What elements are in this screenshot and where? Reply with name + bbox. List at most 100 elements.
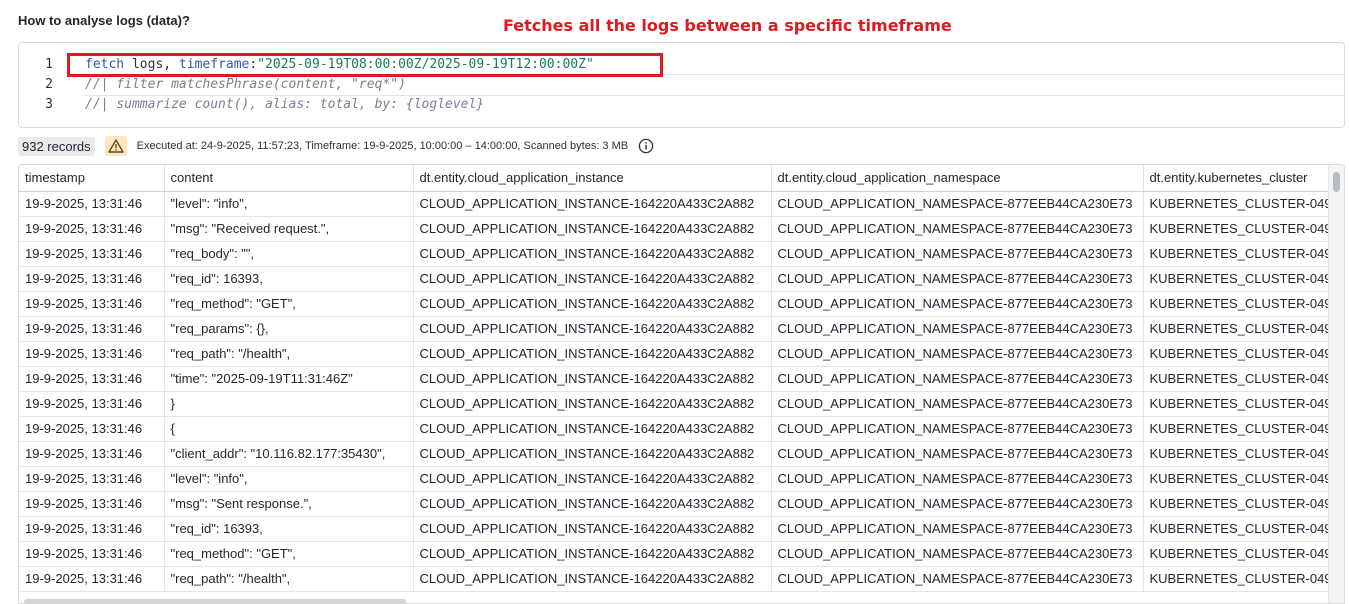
table-row[interactable]: 19-9-2025, 13:31:46 "level": "info", CLOUD… bbox=[19, 191, 1329, 217]
cell-kubernetes-cluster[interactable]: KUBERNETES_CLUSTER-049 bbox=[1143, 491, 1329, 517]
table-row[interactable]: 19-9-2025, 13:31:46 "req_id": 16393, CLOUD… bbox=[19, 516, 1329, 542]
cell-content[interactable]: "req_id": 16393, bbox=[164, 266, 414, 292]
cell-cloud-application-instance[interactable]: CLOUD_APPLICATION_INSTANCE-164220A433C2A… bbox=[413, 541, 772, 567]
cell-cloud-application-namespace[interactable]: CLOUD_APPLICATION_NAMESPACE-877EEB44CA23… bbox=[771, 541, 1144, 567]
column-header-kubernetes-cluster[interactable]: dt.entity.kubernetes_cluster bbox=[1143, 165, 1329, 192]
cell-kubernetes-cluster[interactable]: KUBERNETES_CLUSTER-049 bbox=[1143, 341, 1329, 367]
cell-kubernetes-cluster[interactable]: KUBERNETES_CLUSTER-049 bbox=[1143, 191, 1329, 217]
cell-content[interactable]: "client_addr": "10.116.82.177:35430", bbox=[164, 441, 414, 467]
cell-cloud-application-instance[interactable]: CLOUD_APPLICATION_INSTANCE-164220A433C2A… bbox=[413, 241, 772, 267]
table-row[interactable]: 19-9-2025, 13:31:46 "req_id": 16393, CLOUD… bbox=[19, 266, 1329, 292]
table-row[interactable]: 19-9-2025, 13:31:46{CLOUD_APPLICATION_IN… bbox=[19, 416, 1329, 442]
cell-cloud-application-namespace[interactable]: CLOUD_APPLICATION_NAMESPACE-877EEB44CA23… bbox=[771, 491, 1144, 517]
code-line-3[interactable]: 3 //| summarize count(), alias: total, b… bbox=[19, 95, 1344, 115]
warning-triangle-icon[interactable] bbox=[104, 136, 127, 156]
table-row[interactable]: 19-9-2025, 13:31:46 "req_path": "/health"… bbox=[19, 341, 1329, 367]
cell-cloud-application-namespace[interactable]: CLOUD_APPLICATION_NAMESPACE-877EEB44CA23… bbox=[771, 441, 1144, 467]
cell-cloud-application-instance[interactable]: CLOUD_APPLICATION_INSTANCE-164220A433C2A… bbox=[413, 416, 772, 442]
table-row[interactable]: 19-9-2025, 13:31:46 "time": "2025-09-19T1… bbox=[19, 366, 1329, 392]
results-table[interactable]: timestamp content dt.entity.cloud_applic… bbox=[18, 164, 1345, 604]
cell-cloud-application-namespace[interactable]: CLOUD_APPLICATION_NAMESPACE-877EEB44CA23… bbox=[771, 516, 1144, 542]
cell-timestamp[interactable]: 19-9-2025, 13:31:46 bbox=[19, 516, 165, 542]
cell-cloud-application-namespace[interactable]: CLOUD_APPLICATION_NAMESPACE-877EEB44CA23… bbox=[771, 291, 1144, 317]
cell-timestamp[interactable]: 19-9-2025, 13:31:46 bbox=[19, 216, 165, 242]
cell-timestamp[interactable]: 19-9-2025, 13:31:46 bbox=[19, 291, 165, 317]
cell-timestamp[interactable]: 19-9-2025, 13:31:46 bbox=[19, 366, 165, 392]
cell-content[interactable]: "msg": "Sent response.", bbox=[164, 491, 414, 517]
cell-cloud-application-namespace[interactable]: CLOUD_APPLICATION_NAMESPACE-877EEB44CA23… bbox=[771, 391, 1144, 417]
cell-timestamp[interactable]: 19-9-2025, 13:31:46 bbox=[19, 416, 165, 442]
table-row[interactable]: 19-9-2025, 13:31:46 "msg": "Received requ… bbox=[19, 216, 1329, 242]
cell-content[interactable]: "req_body": "", bbox=[164, 241, 414, 267]
table-row[interactable]: 19-9-2025, 13:31:46 "req_path": "/health"… bbox=[19, 566, 1329, 592]
cell-kubernetes-cluster[interactable]: KUBERNETES_CLUSTER-049 bbox=[1143, 241, 1329, 267]
cell-timestamp[interactable]: 19-9-2025, 13:31:46 bbox=[19, 566, 165, 592]
vertical-scrollbar[interactable] bbox=[1328, 165, 1344, 603]
cell-content[interactable]: { bbox=[164, 416, 414, 442]
query-editor[interactable]: 1 fetch logs, timeframe:"2025-09-19T08:0… bbox=[18, 42, 1345, 128]
cell-kubernetes-cluster[interactable]: KUBERNETES_CLUSTER-049 bbox=[1143, 441, 1329, 467]
cell-cloud-application-namespace[interactable]: CLOUD_APPLICATION_NAMESPACE-877EEB44CA23… bbox=[771, 566, 1144, 592]
horizontal-scrollbar[interactable] bbox=[24, 599, 406, 604]
cell-cloud-application-namespace[interactable]: CLOUD_APPLICATION_NAMESPACE-877EEB44CA23… bbox=[771, 466, 1144, 492]
cell-cloud-application-namespace[interactable]: CLOUD_APPLICATION_NAMESPACE-877EEB44CA23… bbox=[771, 341, 1144, 367]
cell-cloud-application-instance[interactable]: CLOUD_APPLICATION_INSTANCE-164220A433C2A… bbox=[413, 366, 772, 392]
cell-cloud-application-namespace[interactable]: CLOUD_APPLICATION_NAMESPACE-877EEB44CA23… bbox=[771, 241, 1144, 267]
cell-content[interactable]: "req_method": "GET", bbox=[164, 541, 414, 567]
table-row[interactable]: 19-9-2025, 13:31:46 "client_addr": "10.11… bbox=[19, 441, 1329, 467]
cell-cloud-application-instance[interactable]: CLOUD_APPLICATION_INSTANCE-164220A433C2A… bbox=[413, 491, 772, 517]
cell-kubernetes-cluster[interactable]: KUBERNETES_CLUSTER-049 bbox=[1143, 566, 1329, 592]
info-circle-icon[interactable] bbox=[638, 138, 654, 154]
cell-kubernetes-cluster[interactable]: KUBERNETES_CLUSTER-049 bbox=[1143, 266, 1329, 292]
table-row[interactable]: 19-9-2025, 13:31:46} CLOUD_APPLICATION_IN… bbox=[19, 391, 1329, 417]
cell-cloud-application-instance[interactable]: CLOUD_APPLICATION_INSTANCE-164220A433C2A… bbox=[413, 291, 772, 317]
cell-cloud-application-instance[interactable]: CLOUD_APPLICATION_INSTANCE-164220A433C2A… bbox=[413, 441, 772, 467]
cell-cloud-application-namespace[interactable]: CLOUD_APPLICATION_NAMESPACE-877EEB44CA23… bbox=[771, 416, 1144, 442]
cell-kubernetes-cluster[interactable]: KUBERNETES_CLUSTER-049 bbox=[1143, 391, 1329, 417]
cell-content[interactable]: "req_params": {}, bbox=[164, 316, 414, 342]
vertical-scrollbar-thumb[interactable] bbox=[1333, 172, 1340, 192]
cell-content[interactable]: "level": "info", bbox=[164, 191, 414, 217]
table-row[interactable]: 19-9-2025, 13:31:46 "msg": "Sent response… bbox=[19, 491, 1329, 517]
cell-cloud-application-instance[interactable]: CLOUD_APPLICATION_INSTANCE-164220A433C2A… bbox=[413, 516, 772, 542]
cell-kubernetes-cluster[interactable]: KUBERNETES_CLUSTER-049 bbox=[1143, 516, 1329, 542]
cell-timestamp[interactable]: 19-9-2025, 13:31:46 bbox=[19, 391, 165, 417]
column-header-content[interactable]: content bbox=[164, 165, 414, 192]
cell-kubernetes-cluster[interactable]: KUBERNETES_CLUSTER-049 bbox=[1143, 316, 1329, 342]
cell-timestamp[interactable]: 19-9-2025, 13:31:46 bbox=[19, 266, 165, 292]
cell-content[interactable]: } bbox=[164, 391, 414, 417]
cell-timestamp[interactable]: 19-9-2025, 13:31:46 bbox=[19, 241, 165, 267]
cell-content[interactable]: "req_path": "/health", bbox=[164, 341, 414, 367]
code-line-2[interactable]: 2 //| filter matchesPhrase(content, "req… bbox=[19, 75, 1344, 95]
cell-timestamp[interactable]: 19-9-2025, 13:31:46 bbox=[19, 491, 165, 517]
cell-cloud-application-namespace[interactable]: CLOUD_APPLICATION_NAMESPACE-877EEB44CA23… bbox=[771, 191, 1144, 217]
cell-content[interactable]: "req_id": 16393, bbox=[164, 516, 414, 542]
cell-timestamp[interactable]: 19-9-2025, 13:31:46 bbox=[19, 341, 165, 367]
cell-timestamp[interactable]: 19-9-2025, 13:31:46 bbox=[19, 466, 165, 492]
cell-cloud-application-namespace[interactable]: CLOUD_APPLICATION_NAMESPACE-877EEB44CA23… bbox=[771, 316, 1144, 342]
cell-content[interactable]: "msg": "Received request.", bbox=[164, 216, 414, 242]
cell-kubernetes-cluster[interactable]: KUBERNETES_CLUSTER-049 bbox=[1143, 291, 1329, 317]
table-row[interactable]: 19-9-2025, 13:31:46 "level": "info", CLOUD… bbox=[19, 466, 1329, 492]
table-row[interactable]: 19-9-2025, 13:31:46 "req_method": "GET", C… bbox=[19, 291, 1329, 317]
cell-cloud-application-instance[interactable]: CLOUD_APPLICATION_INSTANCE-164220A433C2A… bbox=[413, 466, 772, 492]
cell-content[interactable]: "time": "2025-09-19T11:31:46Z" bbox=[164, 366, 414, 392]
cell-kubernetes-cluster[interactable]: KUBERNETES_CLUSTER-049 bbox=[1143, 541, 1329, 567]
column-header-timestamp[interactable]: timestamp bbox=[19, 165, 165, 192]
table-row[interactable]: 19-9-2025, 13:31:46 "req_method": "GET", C… bbox=[19, 541, 1329, 567]
cell-cloud-application-instance[interactable]: CLOUD_APPLICATION_INSTANCE-164220A433C2A… bbox=[413, 216, 772, 242]
cell-kubernetes-cluster[interactable]: KUBERNETES_CLUSTER-049 bbox=[1143, 416, 1329, 442]
cell-cloud-application-namespace[interactable]: CLOUD_APPLICATION_NAMESPACE-877EEB44CA23… bbox=[771, 216, 1144, 242]
column-header-cloud-application-instance[interactable]: dt.entity.cloud_application_instance bbox=[413, 165, 772, 192]
cell-content[interactable]: "level": "info", bbox=[164, 466, 414, 492]
cell-timestamp[interactable]: 19-9-2025, 13:31:46 bbox=[19, 191, 165, 217]
cell-timestamp[interactable]: 19-9-2025, 13:31:46 bbox=[19, 441, 165, 467]
cell-content[interactable]: "req_path": "/health", bbox=[164, 566, 414, 592]
cell-cloud-application-instance[interactable]: CLOUD_APPLICATION_INSTANCE-164220A433C2A… bbox=[413, 191, 772, 217]
cell-content[interactable]: "req_method": "GET", bbox=[164, 291, 414, 317]
cell-kubernetes-cluster[interactable]: KUBERNETES_CLUSTER-049 bbox=[1143, 366, 1329, 392]
table-row[interactable]: 19-9-2025, 13:31:46 "req_params": {}, CLOU… bbox=[19, 316, 1329, 342]
cell-cloud-application-namespace[interactable]: CLOUD_APPLICATION_NAMESPACE-877EEB44CA23… bbox=[771, 266, 1144, 292]
column-header-cloud-application-namespace[interactable]: dt.entity.cloud_application_namespace bbox=[771, 165, 1144, 192]
cell-timestamp[interactable]: 19-9-2025, 13:31:46 bbox=[19, 541, 165, 567]
